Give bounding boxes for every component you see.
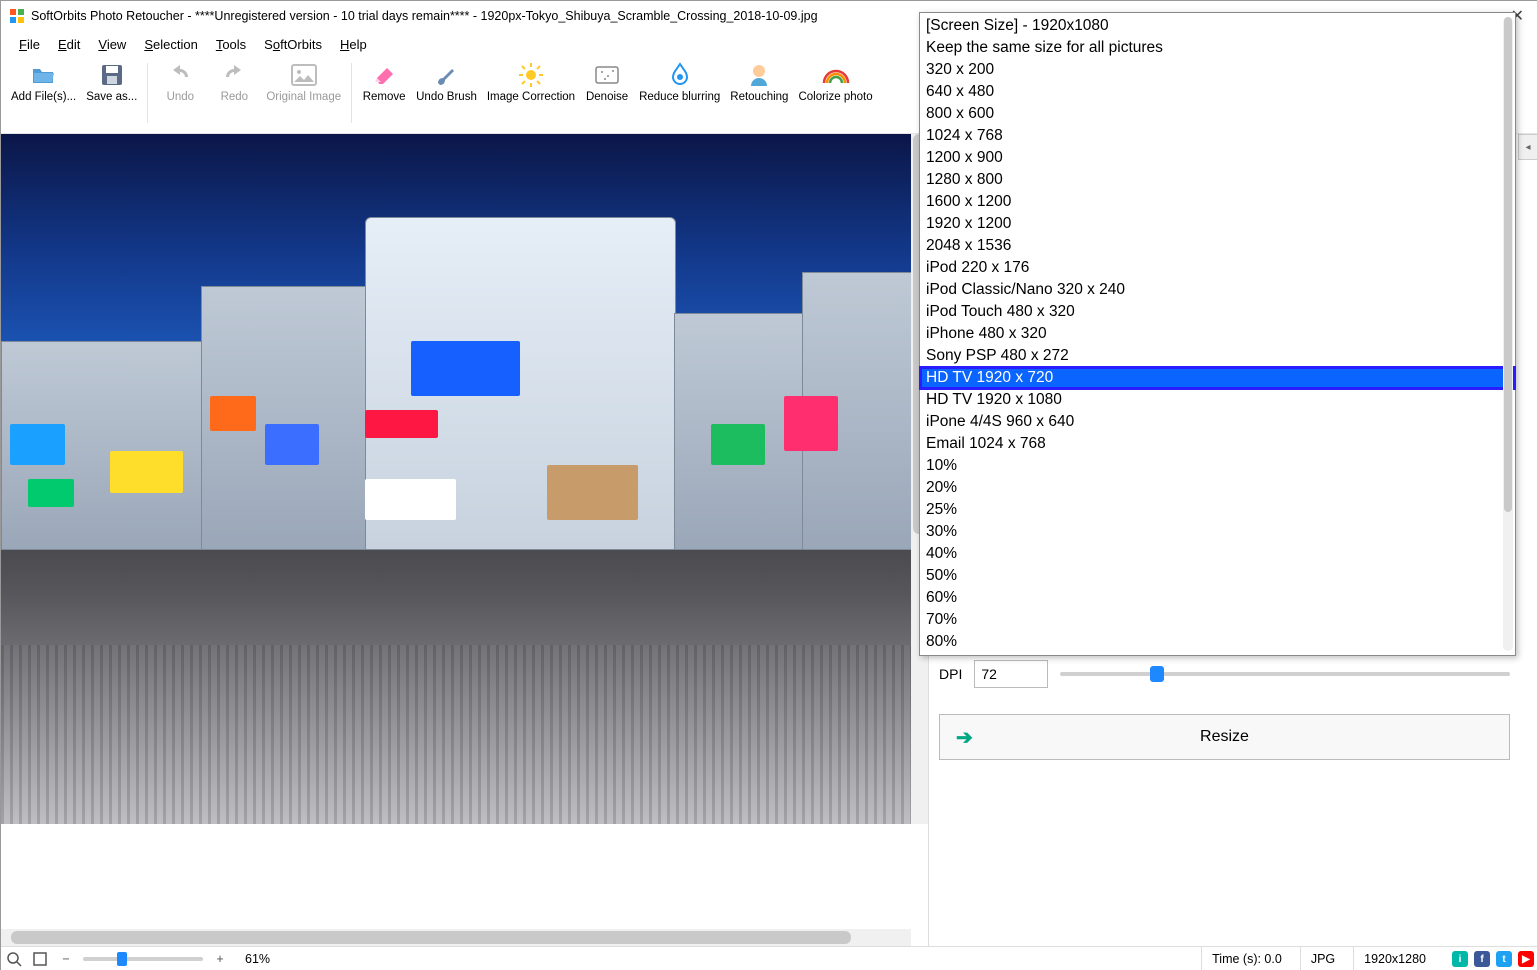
denoise-button[interactable]: Denoise — [581, 59, 633, 106]
image-correction-button[interactable]: Image Correction — [483, 59, 579, 106]
size-option[interactable]: 640 x 480 — [920, 81, 1515, 103]
denoise-icon — [594, 61, 620, 89]
save-as-button[interactable]: Save as... — [82, 59, 141, 106]
status-format: JPG — [1300, 947, 1345, 970]
main-area: ◂ [Screen Size] - 1920x1080Keep the same… — [1, 134, 1537, 946]
dropdown-scrollbar[interactable] — [1503, 17, 1513, 651]
menu-help[interactable]: Help — [332, 35, 375, 54]
dpi-label: DPI — [939, 666, 962, 682]
facebook-icon[interactable]: f — [1474, 951, 1490, 967]
retouching-button[interactable]: Retouching — [726, 59, 792, 106]
size-option[interactable]: 25% — [920, 499, 1515, 521]
reduce-blurring-button[interactable]: Reduce blurring — [635, 59, 724, 106]
undo-button[interactable]: Undo — [154, 59, 206, 106]
size-option[interactable]: 1920 x 1200 — [920, 213, 1515, 235]
save-icon — [100, 61, 124, 89]
app-window: SoftOrbits Photo Retoucher - ****Unregis… — [0, 0, 1537, 970]
menu-tools[interactable]: Tools — [208, 35, 254, 54]
size-option[interactable]: 50% — [920, 565, 1515, 587]
app-logo-icon — [9, 8, 25, 24]
rainbow-icon — [822, 61, 850, 89]
menu-view[interactable]: View — [90, 35, 134, 54]
size-option[interactable]: 60% — [920, 587, 1515, 609]
panel-collapse-button[interactable]: ◂ — [1518, 134, 1537, 160]
size-option[interactable]: iPod 220 x 176 — [920, 257, 1515, 279]
menu-edit[interactable]: Edit — [50, 35, 88, 54]
size-option[interactable]: [Screen Size] - 1920x1080 — [920, 15, 1515, 37]
horizontal-scrollbar[interactable] — [1, 929, 911, 946]
folder-open-icon — [31, 61, 57, 89]
window-title: SoftOrbits Photo Retoucher - ****Unregis… — [31, 9, 818, 23]
canvas-panel — [1, 134, 928, 946]
social-links: i f t ▶ — [1444, 951, 1534, 967]
image-canvas[interactable] — [1, 134, 928, 929]
redo-button[interactable]: Redo — [208, 59, 260, 106]
size-option[interactable]: iPod Classic/Nano 320 x 240 — [920, 279, 1515, 301]
twitter-icon[interactable]: t — [1496, 951, 1512, 967]
redo-icon — [222, 61, 246, 89]
size-option[interactable]: 70% — [920, 609, 1515, 631]
dpi-input[interactable] — [974, 660, 1048, 688]
size-option[interactable]: 800 x 600 — [920, 103, 1515, 125]
size-option[interactable]: HD TV 1920 x 720 — [920, 367, 1515, 389]
status-dimensions: 1920x1280 — [1353, 947, 1436, 970]
fit-screen-icon[interactable] — [31, 950, 49, 968]
zoom-in-icon[interactable]: + — [211, 950, 229, 968]
size-preset-dropdown[interactable]: [Screen Size] - 1920x1080Keep the same s… — [919, 12, 1516, 656]
size-option[interactable]: 1200 x 900 — [920, 147, 1515, 169]
droplet-icon — [669, 61, 691, 89]
menu-selection[interactable]: Selection — [136, 35, 205, 54]
size-option[interactable]: 10% — [920, 455, 1515, 477]
size-option[interactable]: 1024 x 768 — [920, 125, 1515, 147]
size-option[interactable]: 320 x 200 — [920, 59, 1515, 81]
statusbar: − + 61% Time (s): 0.0 JPG 1920x1280 i f … — [1, 946, 1537, 970]
size-option[interactable]: 30% — [920, 521, 1515, 543]
size-option[interactable]: 2048 x 1536 — [920, 235, 1515, 257]
undo-icon — [168, 61, 192, 89]
menu-softorbits[interactable]: SoftOrbits — [256, 35, 330, 54]
zoom-slider[interactable] — [83, 957, 203, 961]
zoom-controls: − + 61% — [5, 950, 270, 968]
zoom-out-icon[interactable]: − — [57, 950, 75, 968]
size-option[interactable]: 80% — [920, 631, 1515, 653]
add-files-button[interactable]: Add File(s)... — [7, 59, 80, 106]
face-icon — [747, 61, 771, 89]
toolbar-separator — [147, 63, 148, 123]
arrow-right-icon: ➔ — [956, 725, 973, 750]
size-option[interactable]: iPod Touch 480 x 320 — [920, 301, 1515, 323]
side-panel: ◂ [Screen Size] - 1920x1080Keep the same… — [928, 134, 1537, 946]
zoom-percent: 61% — [245, 952, 270, 966]
size-option[interactable]: Email 1024 x 768 — [920, 433, 1515, 455]
status-time: Time (s): 0.0 — [1201, 947, 1292, 970]
remove-button[interactable]: Remove — [358, 59, 410, 106]
size-option[interactable]: iPhone 480 x 320 — [920, 323, 1515, 345]
resize-button[interactable]: ➔ Resize — [939, 714, 1510, 760]
original-image-button[interactable]: Original Image — [262, 59, 345, 106]
youtube-icon[interactable]: ▶ — [1518, 951, 1534, 967]
menu-file[interactable]: File — [11, 35, 48, 54]
brush-icon — [434, 61, 458, 89]
info-icon[interactable]: i — [1452, 951, 1468, 967]
photo-content — [1, 134, 911, 824]
size-option[interactable]: HD TV 1920 x 1080 — [920, 389, 1515, 411]
sun-icon — [518, 61, 544, 89]
colorize-photo-button[interactable]: Colorize photo — [794, 59, 876, 106]
toolbar-separator — [351, 63, 352, 123]
zoom-reset-icon[interactable] — [5, 950, 23, 968]
size-option[interactable]: Keep the same size for all pictures — [920, 37, 1515, 59]
eraser-icon — [371, 61, 397, 89]
dpi-row: DPI — [939, 660, 1510, 688]
size-option[interactable]: 20% — [920, 477, 1515, 499]
size-option[interactable]: Sony PSP 480 x 272 — [920, 345, 1515, 367]
size-option[interactable]: 1280 x 800 — [920, 169, 1515, 191]
image-icon — [291, 61, 317, 89]
dpi-slider[interactable] — [1060, 672, 1510, 676]
size-option[interactable]: 1600 x 1200 — [920, 191, 1515, 213]
undo-brush-button[interactable]: Undo Brush — [412, 59, 481, 106]
size-option[interactable]: 40% — [920, 543, 1515, 565]
size-option[interactable]: iPone 4/4S 960 x 640 — [920, 411, 1515, 433]
